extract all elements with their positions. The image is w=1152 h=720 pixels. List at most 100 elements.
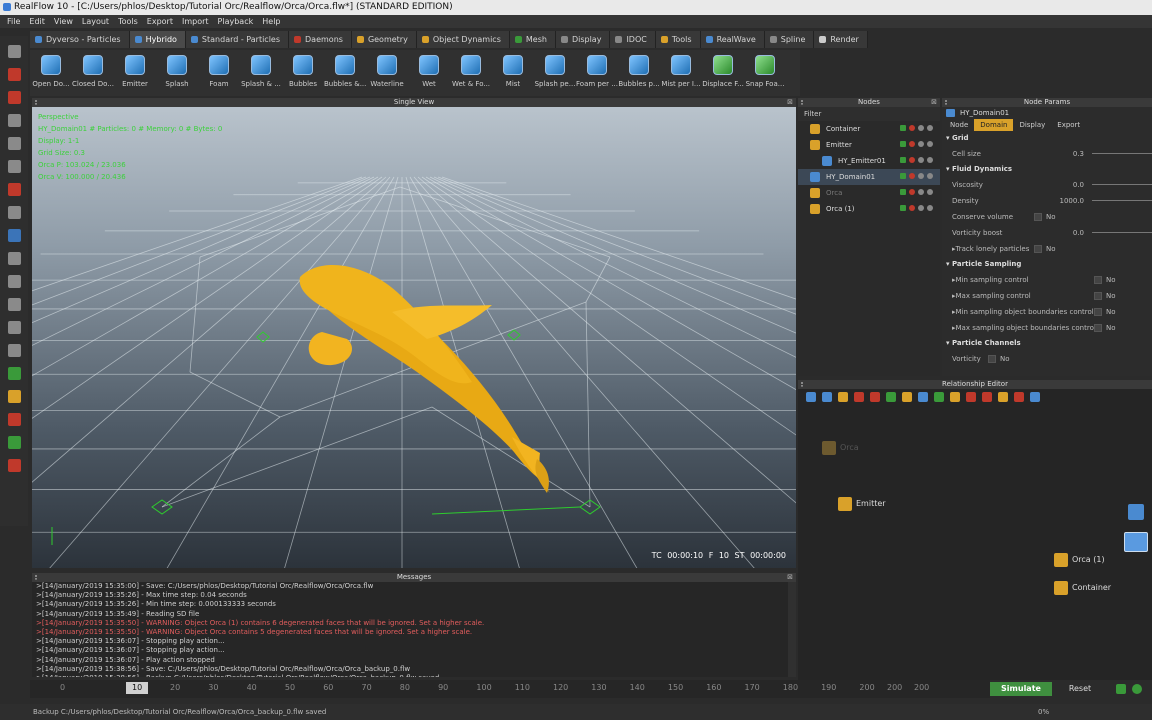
param-vorticity-boost[interactable]: Vorticity boost 0.0: [942, 225, 1152, 241]
max-object-sampling-checkbox[interactable]: [1094, 324, 1102, 332]
link-tool-icon[interactable]: [7, 206, 21, 219]
rel-tool-5-icon[interactable]: [870, 392, 880, 402]
3d-viewport[interactable]: Perspective HY_Domain01 # Particles: 0 # …: [32, 107, 796, 568]
rel-node-orca[interactable]: Orca: [820, 440, 859, 456]
nodes-filter-field[interactable]: Filter: [798, 107, 940, 121]
rel-tool-3-icon[interactable]: [838, 392, 848, 402]
node-state-icon[interactable]: [909, 141, 915, 147]
param-density[interactable]: Density 1000.0: [942, 193, 1152, 209]
node-state-icon[interactable]: [918, 157, 924, 163]
scale-tool-icon[interactable]: [7, 114, 21, 127]
node-state-icon[interactable]: [900, 205, 906, 211]
node-state-icon[interactable]: [927, 125, 933, 131]
snap-tool-icon[interactable]: [7, 229, 21, 242]
density-slider[interactable]: [1092, 200, 1152, 201]
node-state-icon[interactable]: [909, 189, 915, 195]
param-min-object-sampling[interactable]: ▸Min sampling object boundaries control N…: [942, 304, 1152, 320]
shelf-tool-3[interactable]: Splash: [156, 50, 198, 96]
menu-tools[interactable]: Tools: [115, 15, 144, 28]
node-state-icon[interactable]: [918, 189, 924, 195]
panel-close-icon[interactable]: ⊠: [931, 98, 937, 107]
rel-emitter-node-icon[interactable]: [1124, 532, 1148, 552]
param-vorticity-channel[interactable]: Vorticity No: [942, 351, 1152, 367]
tab-object-dynamics[interactable]: Object Dynamics: [416, 31, 510, 48]
param-max-object-sampling[interactable]: ▸Max sampling object boundaries control N…: [942, 320, 1152, 336]
vorticity-boost-value[interactable]: 0.0: [1054, 225, 1084, 241]
cell-size-value[interactable]: 0.3: [1054, 146, 1084, 162]
density-value[interactable]: 1000.0: [1054, 193, 1085, 209]
shelf-tool-10[interactable]: Wet & Fo...: [450, 50, 492, 96]
rel-tool-6-icon[interactable]: [886, 392, 896, 402]
node-state-icon[interactable]: [927, 205, 933, 211]
reset-button[interactable]: Reset: [1060, 682, 1100, 696]
timeline-current-frame[interactable]: 10: [126, 682, 149, 694]
cell-size-slider[interactable]: [1092, 153, 1152, 154]
rel-tool-4-icon[interactable]: [854, 392, 864, 402]
shelf-tool-6[interactable]: Bubbles: [282, 50, 324, 96]
shelf-tool-1[interactable]: Closed Do...: [72, 50, 114, 96]
rel-tool-2-icon[interactable]: [822, 392, 832, 402]
tab-standard-particles[interactable]: Standard - Particles: [185, 31, 290, 48]
shelf-tool-2[interactable]: Emitter: [114, 50, 156, 96]
node-state-icon[interactable]: [927, 141, 933, 147]
param-viscosity[interactable]: Viscosity 0.0: [942, 177, 1152, 193]
node-state-icon[interactable]: [918, 173, 924, 179]
node-state-icon[interactable]: [900, 141, 906, 147]
tab-realwave[interactable]: RealWave: [700, 31, 765, 48]
vorticity-channel-checkbox[interactable]: [988, 355, 996, 363]
menu-import[interactable]: Import: [179, 15, 215, 28]
sphere-wire-icon[interactable]: [7, 298, 21, 311]
node-item[interactable]: HY_Domain01: [798, 169, 940, 185]
node-state-icon[interactable]: [927, 173, 933, 179]
node-item[interactable]: Orca (1): [798, 201, 940, 217]
menu-layout[interactable]: Layout: [79, 15, 115, 28]
shelf-tool-12[interactable]: Splash pe...: [534, 50, 576, 96]
tab-mesh[interactable]: Mesh: [509, 31, 556, 48]
wrench-tool-icon[interactable]: [7, 390, 21, 403]
node-state-icon[interactable]: [927, 157, 933, 163]
param-track-lonely[interactable]: ▸Track lonely particles No: [942, 241, 1152, 257]
tab-domain[interactable]: Domain: [974, 119, 1014, 131]
tab-daemons[interactable]: Daemons: [289, 31, 352, 48]
param-max-sampling[interactable]: ▸Max sampling control No: [942, 288, 1152, 304]
node-item[interactable]: HY_Emitter01: [798, 153, 940, 169]
node-item[interactable]: Container: [798, 121, 940, 137]
save-green-icon[interactable]: [7, 436, 21, 449]
rel-tool-8-icon[interactable]: [918, 392, 928, 402]
timeline-bar[interactable]: 0 10 20 30 40 50 60 70 80 90 100 110 120 130 140 150 160…: [30, 680, 990, 698]
node-state-icon[interactable]: [918, 125, 924, 131]
viscosity-value[interactable]: 0.0: [1054, 177, 1084, 193]
max-sampling-checkbox[interactable]: [1094, 292, 1102, 300]
sim-cache-icon[interactable]: [1116, 684, 1126, 694]
rotate-tool-icon[interactable]: [7, 91, 21, 104]
viscosity-slider[interactable]: [1092, 184, 1152, 185]
simulate-button[interactable]: Simulate: [990, 682, 1052, 696]
delete-red-icon[interactable]: [7, 459, 21, 472]
paint-tool-icon[interactable]: [7, 183, 21, 196]
rel-tool-13-icon[interactable]: [998, 392, 1008, 402]
node-state-icon[interactable]: [909, 157, 915, 163]
shelf-tool-5[interactable]: Splash & ...: [240, 50, 282, 96]
node-state-icon[interactable]: [900, 157, 906, 163]
menu-export[interactable]: Export: [144, 15, 179, 28]
tab-idoc[interactable]: IDOC: [610, 31, 656, 48]
section-particle-channels[interactable]: ▾ Particle Channels: [942, 336, 1152, 351]
min-object-sampling-checkbox[interactable]: [1094, 308, 1102, 316]
param-cell-size[interactable]: Cell size 0.3: [942, 146, 1152, 162]
node-state-icon[interactable]: [927, 189, 933, 195]
node-state-icon[interactable]: [900, 125, 906, 131]
node-item[interactable]: Orca: [798, 185, 940, 201]
tab-tools[interactable]: Tools: [655, 31, 701, 48]
tab-dyverso-particles[interactable]: Dyverso - Particles: [30, 31, 130, 48]
rel-tool-7-icon[interactable]: [902, 392, 912, 402]
track-lonely-checkbox[interactable]: [1034, 245, 1042, 253]
node-state-icon[interactable]: [918, 141, 924, 147]
settings-tool-icon[interactable]: [7, 252, 21, 265]
select-tool-icon[interactable]: [7, 45, 21, 58]
node-item[interactable]: Emitter: [798, 137, 940, 153]
rel-tool-9-icon[interactable]: [934, 392, 944, 402]
messages-scrollbar[interactable]: [788, 582, 796, 677]
shelf-tool-4[interactable]: Foam: [198, 50, 240, 96]
rel-node-orca-1[interactable]: Orca (1): [1052, 552, 1105, 568]
shelf-tool-0[interactable]: Open Do...: [30, 50, 72, 96]
